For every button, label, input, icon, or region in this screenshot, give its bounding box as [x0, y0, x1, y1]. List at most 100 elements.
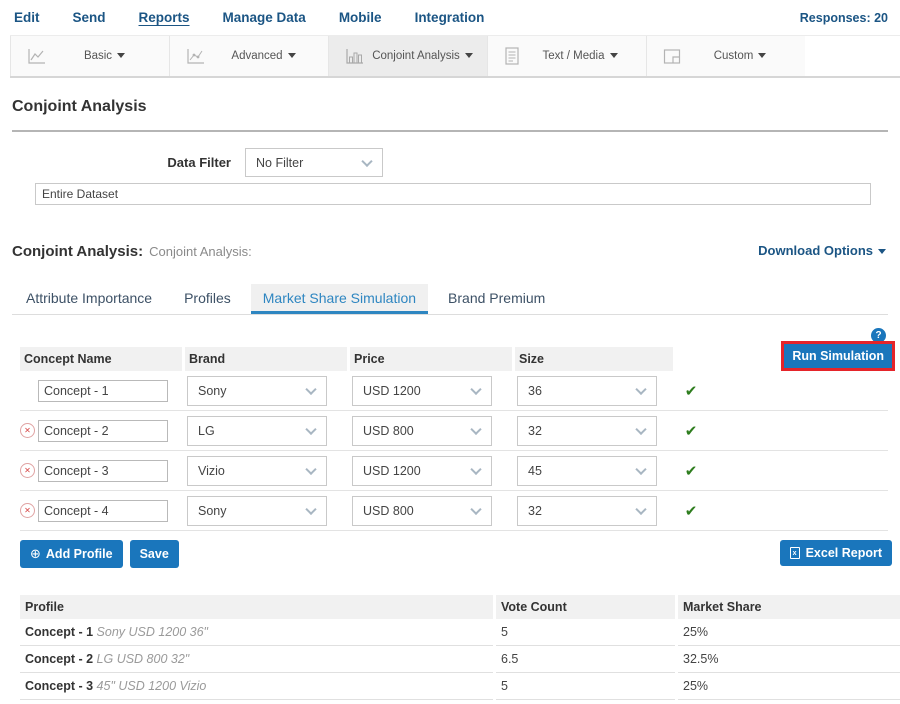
result-profile: Concept - 1 Sony USD 1200 36" [20, 619, 493, 646]
result-vote-count: 5 [496, 673, 675, 700]
price-value: USD 1200 [363, 384, 421, 398]
simulation-header-row: Concept Name Brand Price Size [20, 347, 888, 371]
chevron-down-icon [305, 503, 316, 514]
chevron-down-icon [117, 53, 125, 58]
column-header-concept-name: Concept Name [20, 347, 182, 371]
concept-name-input[interactable] [38, 380, 168, 402]
bar-chart-icon [345, 48, 364, 65]
remove-concept-icon[interactable]: ✕ [20, 503, 35, 518]
tab-brand-premium[interactable]: Brand Premium [436, 284, 557, 314]
scatter-line-chart-icon [186, 48, 205, 65]
report-tab-label: Advanced [231, 50, 282, 62]
report-tab-advanced[interactable]: Advanced [169, 36, 328, 76]
excel-report-button[interactable]: x Excel Report [780, 540, 892, 566]
result-profile: Concept - 2 LG USD 800 32" [20, 646, 493, 673]
results-body: Concept - 1 Sony USD 1200 36" 5 25% Conc… [20, 619, 888, 704]
nav-item-mobile[interactable]: Mobile [339, 10, 382, 25]
section-subtitle: Conjoint Analysis: [149, 244, 252, 259]
tab-attribute-importance[interactable]: Attribute Importance [14, 284, 164, 314]
nav-item-manage-data[interactable]: Manage Data [223, 10, 306, 25]
report-tab-basic[interactable]: Basic [10, 36, 169, 76]
nav-item-integration[interactable]: Integration [415, 10, 485, 25]
price-value: USD 800 [363, 504, 414, 518]
concept-name-input[interactable] [38, 500, 168, 522]
report-tab-label: Custom [714, 50, 754, 62]
column-header-market-share: Market Share [678, 595, 900, 619]
profile-description: 45" USD 1200 Vizio [97, 679, 207, 693]
tab-market-share-simulation[interactable]: Market Share Simulation [251, 284, 428, 314]
save-button[interactable]: Save [130, 540, 179, 568]
concept-row: Sony USD 1200 36 ✔ [20, 371, 888, 411]
size-select[interactable]: 36 [517, 376, 657, 406]
profile-name: Concept - 2 [25, 652, 93, 666]
brand-value: LG [198, 424, 215, 438]
responses-count: Responses: 20 [800, 11, 888, 25]
report-tab-conjoint-analysis[interactable]: Conjoint Analysis [328, 36, 487, 76]
document-icon [504, 47, 520, 65]
chevron-down-icon [470, 503, 481, 514]
concept-row: ✕ Vizio USD 1200 45 ✔ [20, 451, 888, 491]
brand-select[interactable]: Sony [187, 496, 327, 526]
result-profile: Concept - 3 45" USD 1200 Vizio [20, 673, 493, 700]
brand-select[interactable]: Vizio [187, 456, 327, 486]
plus-circle-icon: ⊕ [30, 546, 41, 562]
remove-concept-icon[interactable]: ✕ [20, 423, 35, 438]
concept-name-input[interactable] [38, 460, 168, 482]
column-header-vote-count: Vote Count [496, 595, 675, 619]
concept-row: ✕ LG USD 800 32 ✔ [20, 411, 888, 451]
chevron-down-icon [305, 423, 316, 434]
chevron-down-icon [878, 249, 886, 254]
chevron-down-icon [470, 383, 481, 394]
nav-item-reports[interactable]: Reports [139, 10, 190, 25]
nav-item-send[interactable]: Send [73, 10, 106, 25]
chevron-down-icon [305, 463, 316, 474]
report-tab-label: Text / Media [543, 50, 605, 62]
brand-value: Vizio [198, 464, 225, 478]
section-header: Conjoint Analysis: Conjoint Analysis: Do… [12, 243, 888, 260]
download-options-button[interactable]: Download Options [758, 243, 886, 258]
help-icon[interactable]: ? [871, 328, 886, 343]
report-tab-label: Conjoint Analysis [372, 50, 460, 62]
add-profile-label: Add Profile [46, 547, 113, 561]
add-profile-button[interactable]: ⊕ Add Profile [20, 540, 123, 568]
nav-item-edit[interactable]: Edit [14, 10, 40, 25]
result-market-share: 32.5% [678, 646, 900, 673]
remove-concept-icon[interactable]: ✕ [20, 463, 35, 478]
dataset-input[interactable] [35, 183, 871, 205]
concept-name-input[interactable] [38, 420, 168, 442]
valid-check-icon: ✔ [676, 462, 706, 480]
actions-row: ⊕ Add Profile Save x Excel Report [20, 540, 888, 568]
price-select[interactable]: USD 800 [352, 496, 492, 526]
chevron-down-icon [465, 53, 473, 58]
price-select[interactable]: USD 1200 [352, 376, 492, 406]
tab-profiles[interactable]: Profiles [172, 284, 243, 314]
profile-description: Sony USD 1200 36" [97, 625, 208, 639]
valid-check-icon: ✔ [676, 502, 706, 520]
report-tab-custom[interactable]: Custom [646, 36, 805, 76]
concept-row: ✕ Sony USD 800 32 ✔ [20, 491, 888, 531]
price-value: USD 800 [363, 424, 414, 438]
size-select[interactable]: 32 [517, 496, 657, 526]
price-select[interactable]: USD 800 [352, 416, 492, 446]
price-select[interactable]: USD 1200 [352, 456, 492, 486]
profile-description: LG USD 800 32" [97, 652, 190, 666]
report-tab-text-media[interactable]: Text / Media [487, 36, 646, 76]
valid-check-icon: ✔ [676, 382, 706, 400]
result-vote-count: 6.5 [496, 646, 675, 673]
chevron-down-icon [635, 503, 646, 514]
line-chart-icon [27, 48, 46, 65]
brand-select[interactable]: LG [187, 416, 327, 446]
size-select[interactable]: 45 [517, 456, 657, 486]
excel-report-label: Excel Report [806, 546, 882, 560]
run-simulation-button[interactable]: Run Simulation [784, 344, 892, 368]
top-nav: Edit Send Reports Manage Data Mobile Int… [0, 0, 900, 35]
chevron-down-icon [305, 383, 316, 394]
chevron-down-icon [635, 423, 646, 434]
chevron-down-icon [635, 463, 646, 474]
data-filter-select[interactable]: No Filter [245, 148, 383, 177]
chevron-down-icon [610, 53, 618, 58]
size-value: 36 [528, 384, 542, 398]
size-select[interactable]: 32 [517, 416, 657, 446]
report-tab-label: Basic [84, 50, 112, 62]
brand-select[interactable]: Sony [187, 376, 327, 406]
